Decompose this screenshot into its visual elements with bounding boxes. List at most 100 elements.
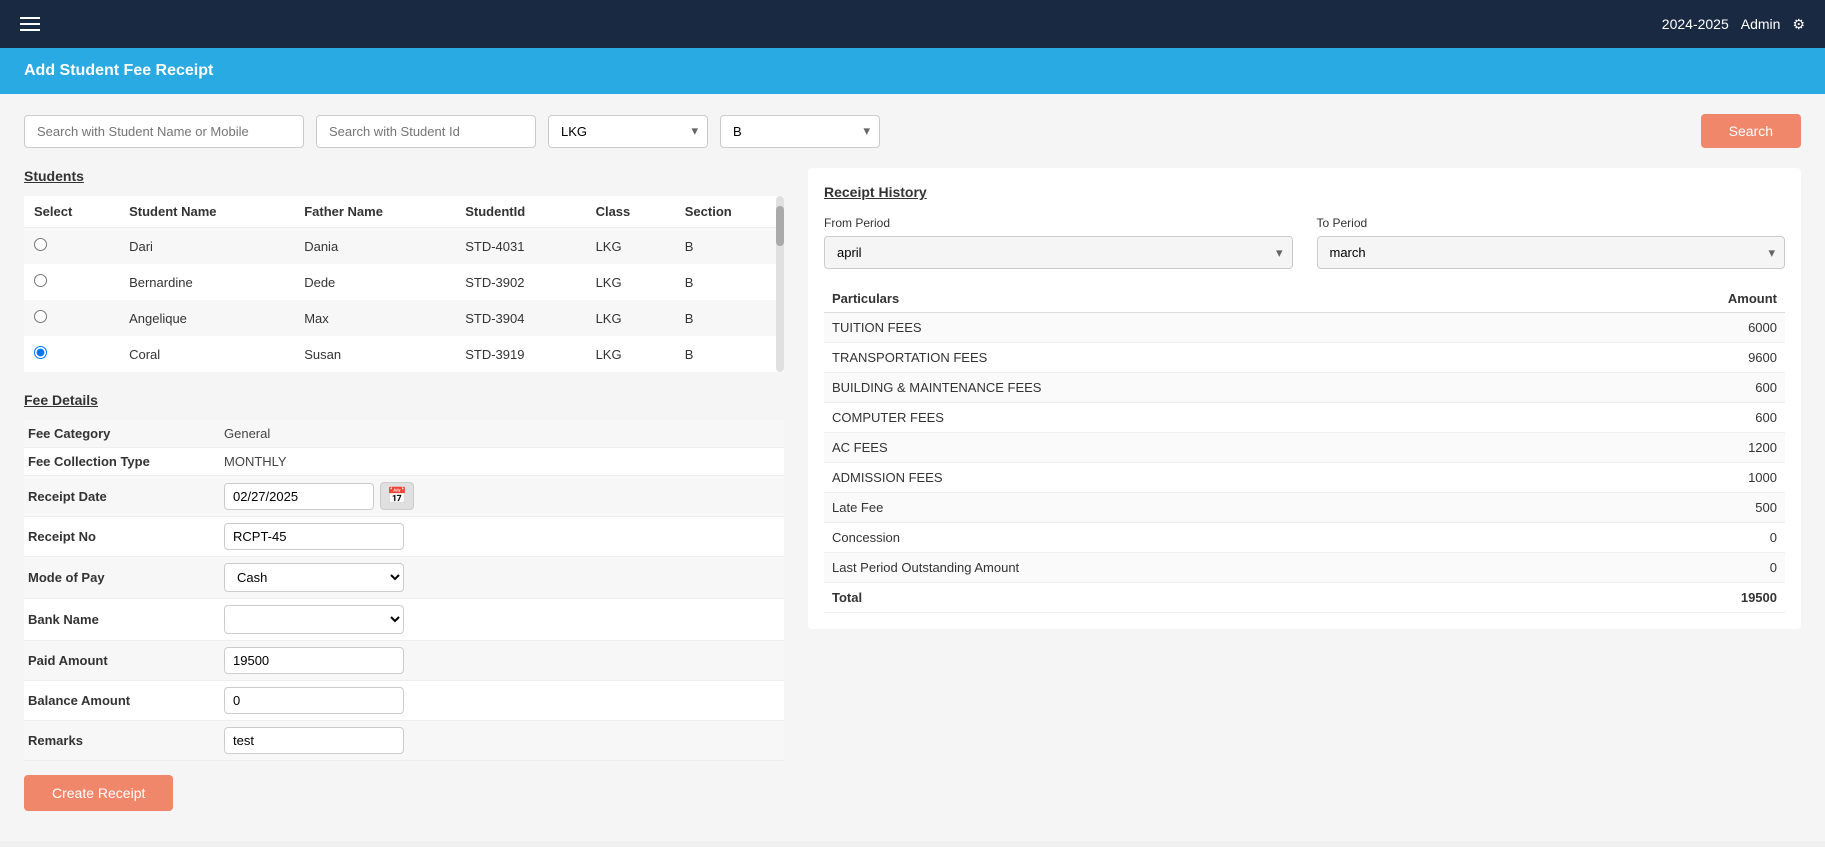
fee-value: General <box>224 426 270 441</box>
particular-name: TUITION FEES <box>824 313 1570 343</box>
section-select[interactable]: ABC <box>720 115 880 148</box>
create-receipt-button[interactable]: Create Receipt <box>24 775 173 811</box>
total-label: Total <box>824 583 1570 613</box>
student-id: STD-3919 <box>455 336 585 372</box>
fee-row: Remarks <box>24 721 784 761</box>
calendar-icon[interactable]: 📅 <box>380 482 414 510</box>
particulars-row: Late Fee 500 <box>824 493 1785 523</box>
fee-label: Fee Category <box>24 426 224 441</box>
particular-amount: 0 <box>1570 523 1785 553</box>
fee-row: Balance Amount <box>24 681 784 721</box>
from-period-select-wrapper: aprilmarchfebruaryjanuary <box>824 236 1293 269</box>
hamburger-menu[interactable] <box>20 17 40 31</box>
fee-label: Receipt No <box>24 529 224 544</box>
particular-name: AC FEES <box>824 433 1570 463</box>
col-class: Class <box>586 196 675 228</box>
radio-cell[interactable] <box>24 336 119 372</box>
father-name: Dede <box>294 264 455 300</box>
father-name: Dania <box>294 228 455 265</box>
fee-label: Bank Name <box>24 612 224 627</box>
right-column: Receipt History From Period aprilmarchfe… <box>808 168 1801 811</box>
particular-amount: 9600 <box>1570 343 1785 373</box>
particular-name: Concession <box>824 523 1570 553</box>
topbar: 2024-2025 Admin ⚙ <box>0 0 1825 48</box>
students-section-title: Students <box>24 168 784 184</box>
from-period-label: From Period <box>824 216 1293 230</box>
receipt-history-title: Receipt History <box>824 184 1785 200</box>
search-id-input[interactable] <box>316 115 536 148</box>
fee-label: Paid Amount <box>24 653 224 668</box>
date-wrapper: 📅 <box>224 482 414 510</box>
settings-icon[interactable]: ⚙ <box>1792 16 1805 33</box>
class-select[interactable]: LKGUKG123 <box>548 115 708 148</box>
fee-input-field[interactable] <box>224 687 404 714</box>
col-particulars: Particulars <box>824 285 1570 313</box>
particular-name: TRANSPORTATION FEES <box>824 343 1570 373</box>
search-button[interactable]: Search <box>1701 114 1801 148</box>
student-section: B <box>675 300 784 336</box>
scroll-thumb <box>776 206 784 246</box>
fee-label: Mode of Pay <box>24 570 224 585</box>
student-id: STD-4031 <box>455 228 585 265</box>
table-row: Dari Dania STD-4031 LKG B <box>24 228 784 265</box>
topbar-right: 2024-2025 Admin ⚙ <box>1662 16 1805 33</box>
fee-row: Paid Amount <box>24 641 784 681</box>
page-header: Add Student Fee Receipt <box>0 48 1825 94</box>
particular-amount: 600 <box>1570 373 1785 403</box>
from-period-select[interactable]: aprilmarchfebruaryjanuary <box>824 236 1293 269</box>
fee-select-field[interactable]: CashOnlineChequeDD <box>224 563 404 592</box>
particular-name: COMPUTER FEES <box>824 403 1570 433</box>
particulars-row: AC FEES 1200 <box>824 433 1785 463</box>
col-select: Select <box>24 196 119 228</box>
to-period-select-wrapper: marchaprilfebruaryjanuary <box>1317 236 1786 269</box>
page-title: Add Student Fee Receipt <box>24 62 213 79</box>
to-period-select[interactable]: marchaprilfebruaryjanuary <box>1317 236 1786 269</box>
particulars-row: TRANSPORTATION FEES 9600 <box>824 343 1785 373</box>
radio-cell[interactable] <box>24 228 119 265</box>
particular-amount: 500 <box>1570 493 1785 523</box>
fee-row: Bank Name <box>24 599 784 641</box>
fee-input-field[interactable] <box>224 647 404 674</box>
student-class: LKG <box>586 336 675 372</box>
students-scroll-container: Select Student Name Father Name StudentI… <box>24 196 784 372</box>
student-id: STD-3904 <box>455 300 585 336</box>
radio-cell[interactable] <box>24 300 119 336</box>
fee-fields: Fee Category General Fee Collection Type… <box>24 420 784 761</box>
radio-cell[interactable] <box>24 264 119 300</box>
search-bar: LKGUKG123 ABC Search <box>24 114 1801 148</box>
student-name: Dari <box>119 228 294 265</box>
fee-input-field[interactable] <box>224 727 404 754</box>
student-id: STD-3902 <box>455 264 585 300</box>
student-section: B <box>675 336 784 372</box>
particulars-row: Concession 0 <box>824 523 1785 553</box>
receipt-date-input[interactable] <box>224 483 374 510</box>
left-column: Students Select Student Name Father Name… <box>24 168 784 811</box>
student-name: Coral <box>119 336 294 372</box>
fee-input-field[interactable] <box>224 523 404 550</box>
particulars-table: Particulars Amount TUITION FEES 6000 TRA… <box>824 285 1785 613</box>
period-row: From Period aprilmarchfebruaryjanuary To… <box>824 216 1785 269</box>
student-name: Bernardine <box>119 264 294 300</box>
particulars-row: Last Period Outstanding Amount 0 <box>824 553 1785 583</box>
fee-select-field[interactable] <box>224 605 404 634</box>
particular-name: ADMISSION FEES <box>824 463 1570 493</box>
search-name-input[interactable] <box>24 115 304 148</box>
admin-user: Admin <box>1741 16 1781 32</box>
fee-row: Receipt No <box>24 517 784 557</box>
particular-amount: 1200 <box>1570 433 1785 463</box>
particular-name: Last Period Outstanding Amount <box>824 553 1570 583</box>
scrollbar[interactable] <box>776 196 784 372</box>
total-amount: 19500 <box>1570 583 1785 613</box>
fee-row: Receipt Date 📅 <box>24 476 784 517</box>
student-name: Angelique <box>119 300 294 336</box>
fee-details-title: Fee Details <box>24 392 784 408</box>
fee-label: Receipt Date <box>24 489 224 504</box>
particular-name: BUILDING & MAINTENANCE FEES <box>824 373 1570 403</box>
fee-label: Remarks <box>24 733 224 748</box>
particulars-row: TUITION FEES 6000 <box>824 313 1785 343</box>
total-row: Total 19500 <box>824 583 1785 613</box>
main-content: LKGUKG123 ABC Search Students Select Stu… <box>0 94 1825 841</box>
particular-name: Late Fee <box>824 493 1570 523</box>
col-section: Section <box>675 196 784 228</box>
col-father-name: Father Name <box>294 196 455 228</box>
